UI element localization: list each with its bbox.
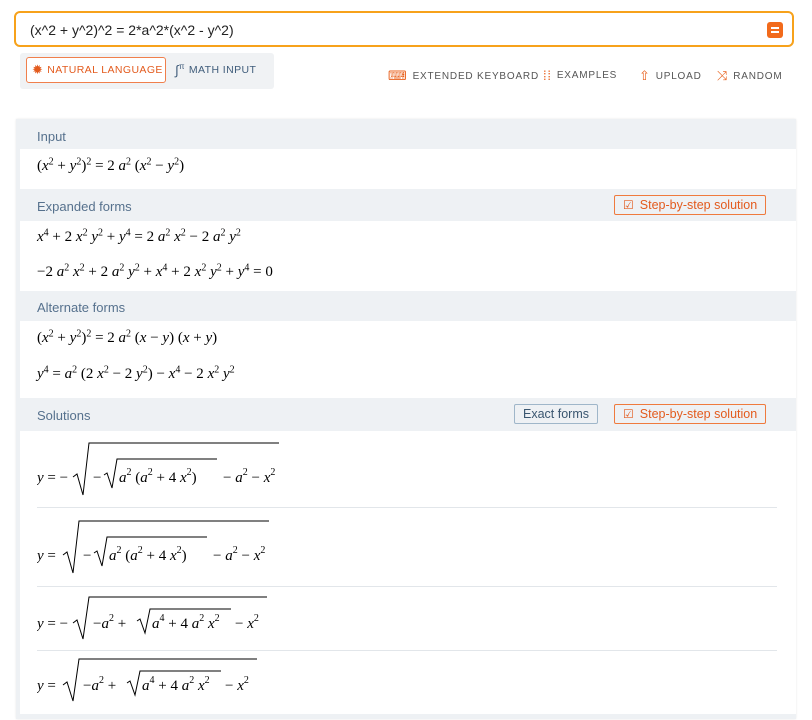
pod-body-solutions: y = − − a2 (a2 + 4 x2) − a2 − x2 y = − a… — [20, 431, 796, 714]
input-mode-toggle: ✹ NATURAL LANGUAGE ∫π MATH INPUT — [20, 53, 274, 89]
pod-header-expanded: Expanded forms ☑ Step-by-step solution — [16, 189, 796, 221]
search-input[interactable]: (x^2 + y^2)^2 = 2*a^2*(x^2 - y^2) — [30, 22, 234, 38]
alternate-formula-1: (x2 + y2)2 = 2 a2 (x − y) (x + y) — [37, 328, 218, 346]
solution-divider — [37, 650, 777, 651]
pod-title: Input — [37, 129, 66, 144]
svg-text:y = −: y = − — [37, 616, 68, 632]
svg-text:a2 (a2 + 4 x2): a2 (a2 + 4 x2) — [119, 467, 197, 486]
math-input-button[interactable]: ∫π MATH INPUT — [175, 57, 256, 83]
examples-link[interactable]: ⁞⁞ EXAMPLES — [543, 68, 617, 83]
pod-title: Solutions — [37, 408, 91, 423]
pod-header-solutions: Solutions Exact forms ☑ Step-by-step sol… — [16, 398, 796, 431]
keyboard-icon: ⌨ — [388, 68, 408, 83]
search-bar[interactable]: (x^2 + y^2)^2 = 2*a^2*(x^2 - y^2) — [14, 11, 794, 47]
svg-text:−a2 +: −a2 + — [93, 613, 126, 632]
grid-dots-icon: ⁞⁞ — [543, 68, 552, 83]
pod-header-input: Input — [16, 119, 796, 149]
svg-text:−: − — [83, 548, 91, 564]
upload-icon: ⇧ — [639, 68, 651, 83]
solution-3-radical: y = − −a2 + a4 + 4 a2 x2 − x2 — [37, 596, 267, 640]
solution-divider — [37, 586, 777, 587]
random-link[interactable]: ⤨ RANDOM — [717, 68, 782, 84]
solution-1-radical: y = − − a2 (a2 + 4 x2) − a2 − x2 — [37, 442, 279, 496]
svg-text:− x2: − x2 — [235, 613, 259, 632]
expanded-formula-2: −2 a2 x2 + 2 a2 y2 + x4 + 2 x2 y2 + y4 =… — [37, 262, 273, 280]
alternate-formula-2: y4 = a2 (2 x2 − 2 y2) − x4 − 2 x2 y2 — [37, 364, 235, 382]
math-symbols-icon: ∫π — [175, 62, 185, 78]
svg-text:− x2: − x2 — [225, 675, 249, 694]
solution-4-radical: y = −a2 + a4 + 4 a2 x2 − x2 — [37, 658, 257, 702]
upload-link[interactable]: ⇧ UPLOAD — [639, 68, 702, 84]
checkbox-icon: ☑ — [623, 198, 634, 212]
pod-body-alternate: (x2 + y2)2 = 2 a2 (x − y) (x + y) y4 = a… — [20, 321, 796, 398]
svg-text:− a2 − x2: − a2 − x2 — [213, 545, 265, 564]
svg-text:− a2 − x2: − a2 − x2 — [223, 467, 275, 486]
results-card: Input (x2 + y2)2 = 2 a2 (x2 − y2) Expand… — [16, 119, 796, 719]
step-by-step-button[interactable]: ☑ Step-by-step solution — [614, 195, 767, 215]
input-formula: (x2 + y2)2 = 2 a2 (x2 − y2) — [37, 156, 185, 174]
svg-text:a2 (a2 + 4 x2): a2 (a2 + 4 x2) — [109, 545, 187, 564]
equals-icon[interactable] — [767, 22, 783, 38]
exact-forms-button[interactable]: Exact forms — [514, 404, 598, 424]
svg-text:a4 + 4 a2 x2: a4 + 4 a2 x2 — [152, 613, 220, 632]
svg-text:a4 + 4 a2 x2: a4 + 4 a2 x2 — [142, 675, 210, 694]
expanded-formula-1: x4 + 2 x2 y2 + y4 = 2 a2 x2 − 2 a2 y2 — [37, 227, 241, 245]
svg-text:y =: y = — [37, 678, 56, 694]
natural-language-button[interactable]: ✹ NATURAL LANGUAGE — [26, 57, 166, 83]
pod-header-alternate: Alternate forms — [16, 291, 796, 321]
svg-text:y =: y = — [37, 548, 56, 564]
solution-2-radical: y = − a2 (a2 + 4 x2) − a2 − x2 — [37, 520, 269, 574]
pod-body-input: (x2 + y2)2 = 2 a2 (x2 − y2) — [20, 149, 796, 189]
svg-text:−: − — [93, 470, 101, 486]
sun-icon: ✹ — [32, 62, 44, 77]
pod-title: Expanded forms — [37, 199, 132, 214]
svg-text:y = −: y = − — [37, 470, 68, 486]
shuffle-icon: ⤨ — [717, 68, 729, 83]
extended-keyboard-link[interactable]: ⌨ EXTENDED KEYBOARD — [388, 68, 539, 84]
pod-body-expanded: x4 + 2 x2 y2 + y4 = 2 a2 x2 − 2 a2 y2 −2… — [20, 221, 796, 291]
checkbox-icon: ☑ — [623, 407, 634, 421]
solution-divider — [37, 507, 777, 508]
svg-text:−a2 +: −a2 + — [83, 675, 116, 694]
step-by-step-button[interactable]: ☑ Step-by-step solution — [614, 404, 767, 424]
pod-title: Alternate forms — [37, 300, 126, 315]
